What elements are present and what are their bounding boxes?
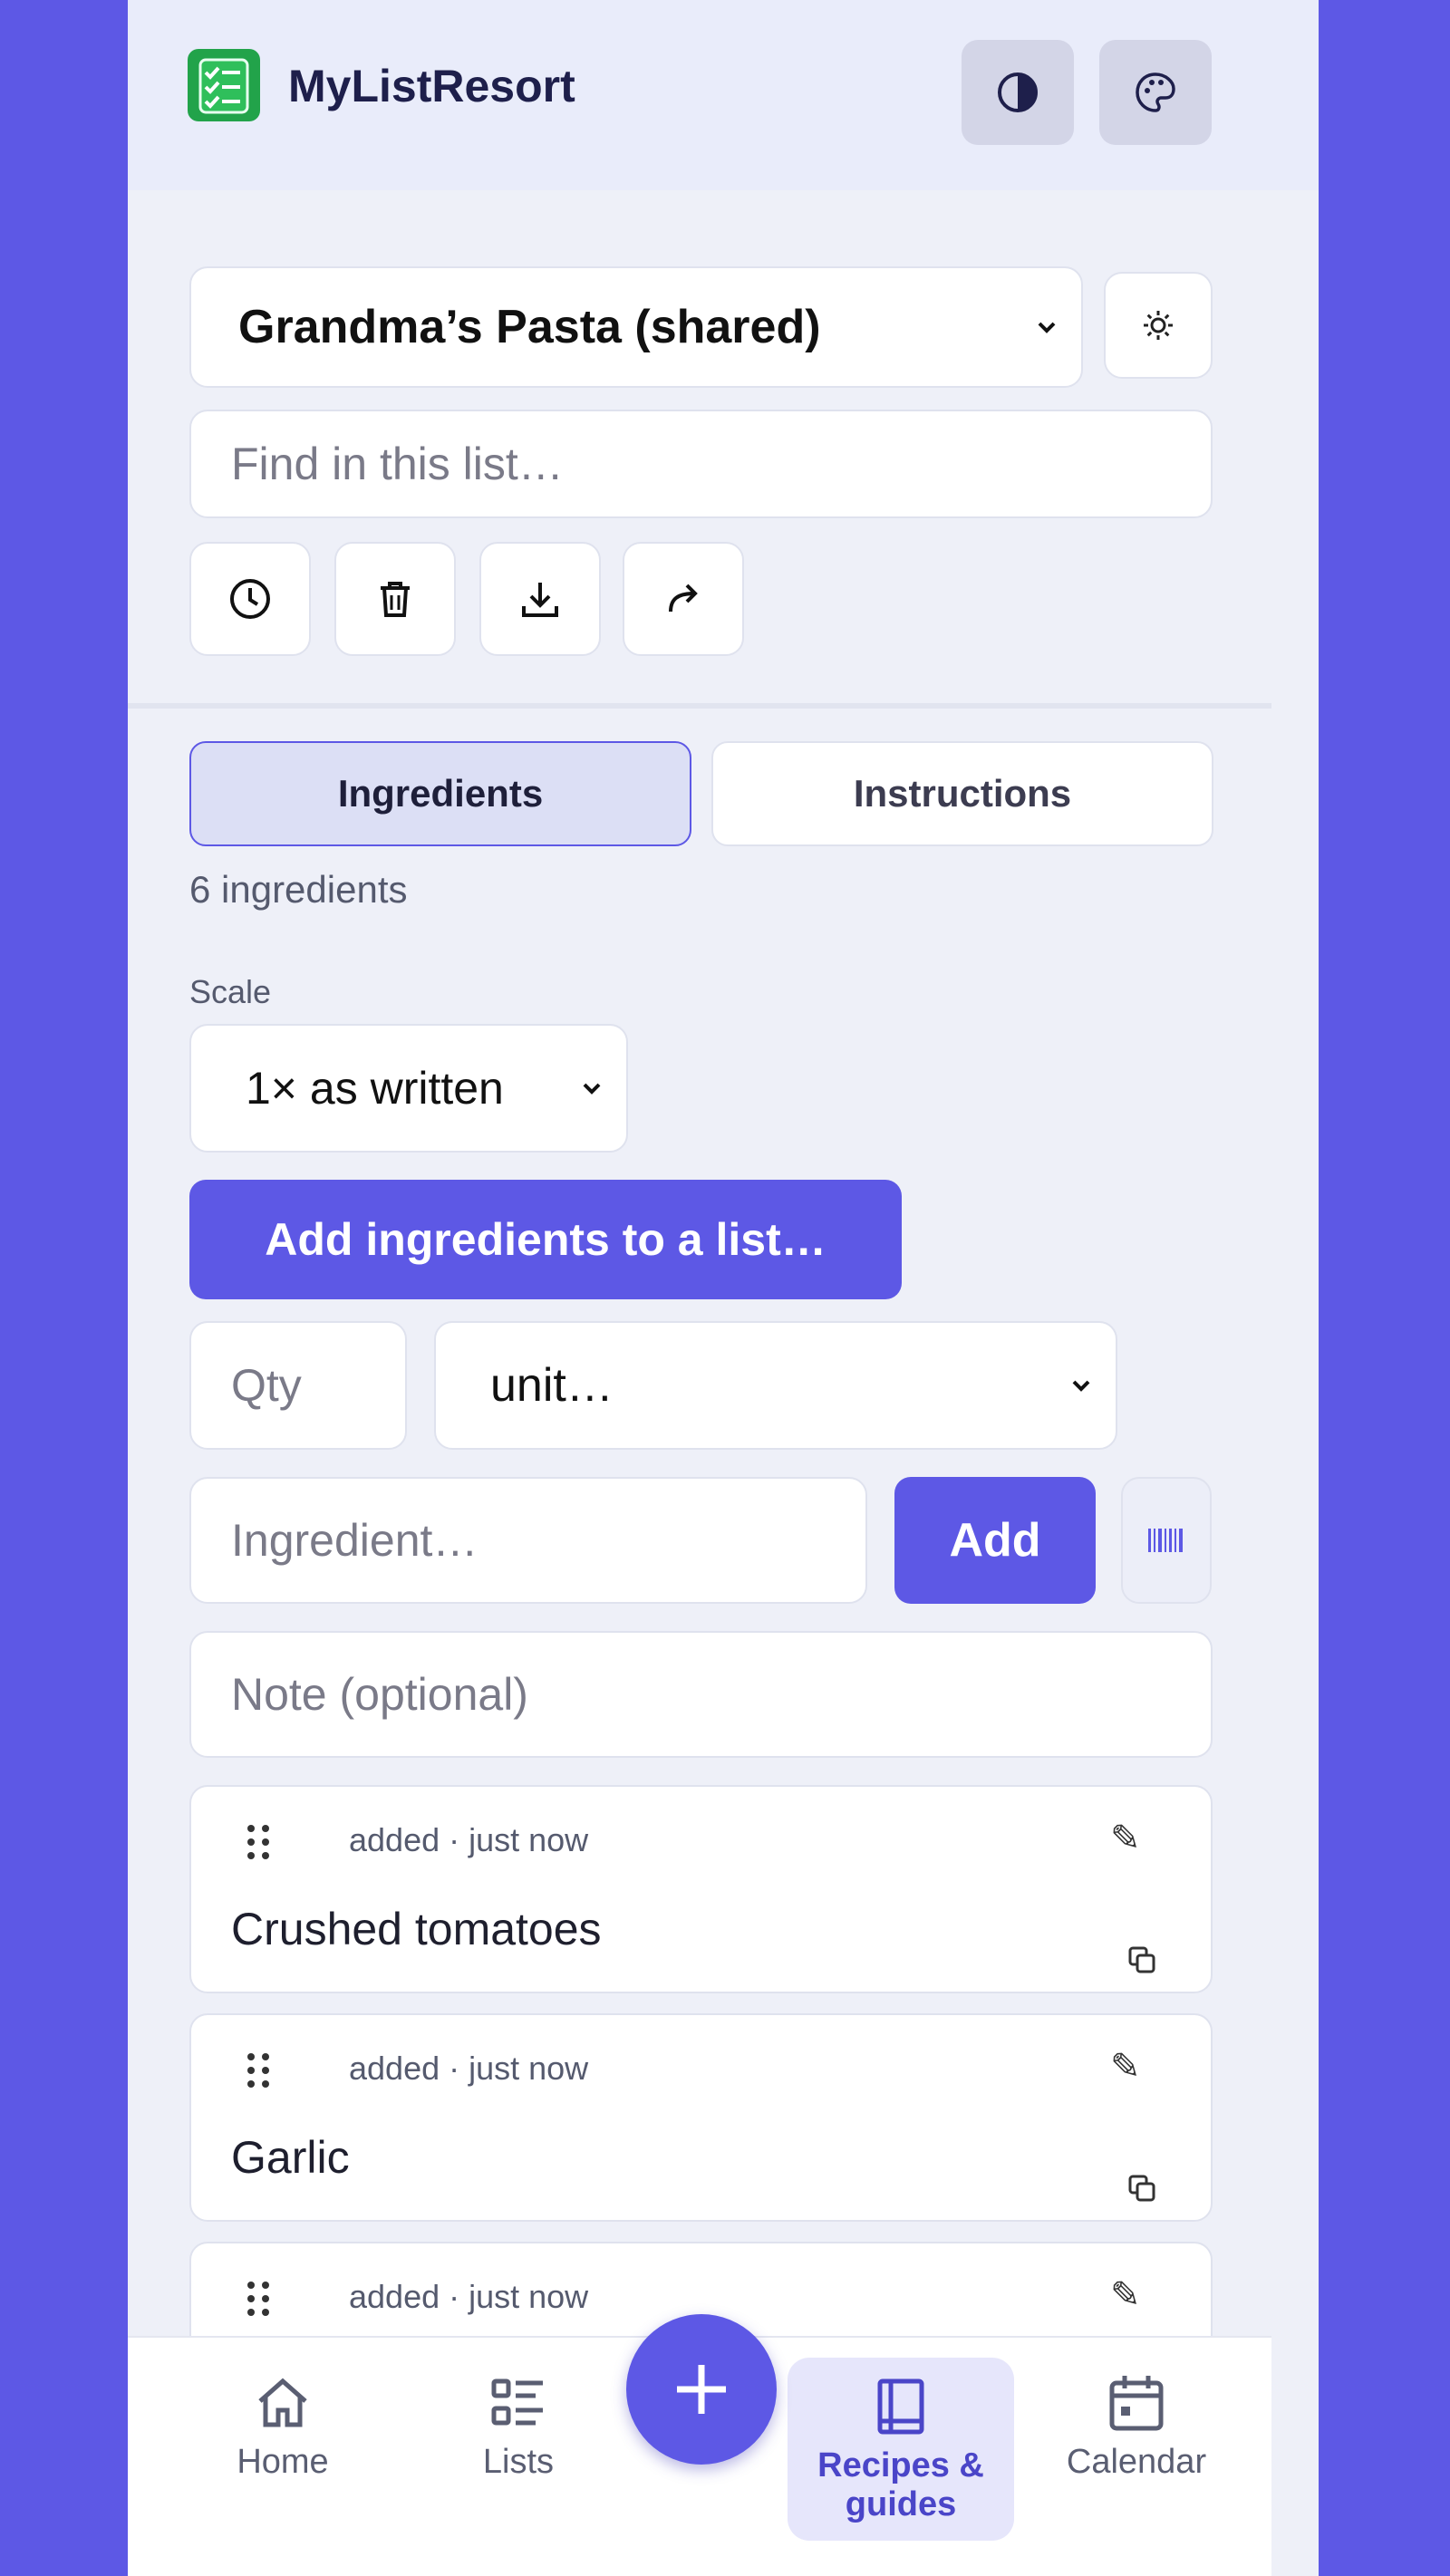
list-selector-value: Grandma’s Pasta (shared) xyxy=(238,301,821,353)
add-fab-button[interactable] xyxy=(626,2314,777,2465)
app-logo-icon xyxy=(188,49,260,121)
drag-handle-icon[interactable] xyxy=(242,1819,275,1865)
nav-calendar[interactable]: Calendar xyxy=(1059,2370,1213,2482)
chevron-down-icon xyxy=(1072,1380,1090,1392)
nav-calendar-label: Calendar xyxy=(1066,2443,1207,2481)
history-button[interactable] xyxy=(189,542,311,656)
download-button[interactable] xyxy=(479,542,601,656)
scale-select[interactable]: 1× as written xyxy=(189,1024,628,1153)
ingredient-count: 6 ingredients xyxy=(189,868,408,911)
delete-list-button[interactable] xyxy=(334,542,456,656)
note-placeholder: Note (optional) xyxy=(231,1669,528,1720)
scale-value: 1× as written xyxy=(246,1063,504,1114)
trash-icon xyxy=(381,582,410,617)
app-frame: MyListResort Grandma’s Pasta (shared) Fi… xyxy=(128,0,1319,2576)
share-arrow-icon xyxy=(669,584,698,613)
calendar-icon xyxy=(1109,2376,1164,2431)
theme-toggle-button[interactable] xyxy=(962,40,1074,145)
tab-instructions[interactable]: Instructions xyxy=(711,741,1213,846)
download-icon xyxy=(522,583,558,617)
edit-pencil-icon[interactable]: ✎ xyxy=(1110,2046,1141,2088)
chevron-down-icon xyxy=(1038,322,1056,333)
item-meta: added · just now xyxy=(349,2278,589,2315)
plus-icon xyxy=(677,2365,726,2414)
nav-lists-label: Lists xyxy=(482,2443,555,2481)
chevron-down-icon xyxy=(583,1083,601,1095)
barcode-icon xyxy=(1148,1529,1183,1552)
clock-icon xyxy=(230,579,270,619)
search-placeholder: Find in this list… xyxy=(231,439,564,489)
book-icon xyxy=(877,2378,924,2435)
list-item[interactable]: added · just now ✎ Crushed tomatoes xyxy=(189,1785,1213,1993)
app-header: MyListResort xyxy=(128,0,1319,190)
gear-icon xyxy=(1144,311,1173,340)
search-input[interactable]: Find in this list… xyxy=(189,410,1213,518)
ingredient-placeholder: Ingredient… xyxy=(231,1515,478,1566)
copy-icon[interactable] xyxy=(1126,2173,1159,2205)
scale-label: Scale xyxy=(189,973,272,1010)
palette-button[interactable] xyxy=(1099,40,1212,145)
qty-placeholder: Qty xyxy=(231,1360,302,1411)
ingredient-input[interactable]: Ingredient… xyxy=(189,1477,867,1604)
add-ingredients-to-list-button[interactable]: Add ingredients to a list… xyxy=(189,1180,902,1299)
nav-recipes[interactable]: Recipes & guides xyxy=(788,2358,1014,2541)
item-meta: added · just now xyxy=(349,2050,589,2087)
note-input[interactable]: Note (optional) xyxy=(189,1631,1213,1758)
barcode-scan-button[interactable] xyxy=(1121,1477,1212,1604)
nav-recipes-label: Recipes & guides xyxy=(817,2446,984,2523)
list-settings-button[interactable] xyxy=(1104,272,1213,379)
edit-pencil-icon[interactable]: ✎ xyxy=(1110,1818,1141,1859)
home-icon xyxy=(258,2378,307,2427)
section-divider xyxy=(128,703,1271,709)
nav-lists[interactable]: Lists xyxy=(450,2370,586,2482)
drag-handle-icon[interactable] xyxy=(242,2048,275,2093)
share-button[interactable] xyxy=(623,542,744,656)
unit-value: unit… xyxy=(490,1359,614,1412)
copy-icon[interactable] xyxy=(1126,1944,1159,1977)
edit-pencil-icon[interactable]: ✎ xyxy=(1110,2274,1141,2316)
nav-home[interactable]: Home xyxy=(215,2370,351,2482)
list-selector[interactable]: Grandma’s Pasta (shared) xyxy=(189,266,1083,388)
list-icon xyxy=(491,2378,543,2426)
list-item[interactable]: added · just now ✎ Garlic xyxy=(189,2013,1213,2222)
palette-icon xyxy=(1136,72,1175,112)
nav-home-label: Home xyxy=(237,2443,329,2481)
item-meta: added · just now xyxy=(349,1821,589,1858)
add-ingredient-button[interactable]: Add xyxy=(894,1477,1096,1604)
unit-select[interactable]: unit… xyxy=(434,1321,1117,1450)
item-name: Crushed tomatoes xyxy=(231,1904,602,1954)
qty-input[interactable]: Qty xyxy=(189,1321,407,1450)
contrast-icon xyxy=(998,72,1038,112)
app-brand-name: MyListResort xyxy=(288,61,575,111)
tab-ingredients[interactable]: Ingredients xyxy=(189,741,691,846)
drag-handle-icon[interactable] xyxy=(242,2276,275,2321)
item-name: Garlic xyxy=(231,2132,350,2183)
